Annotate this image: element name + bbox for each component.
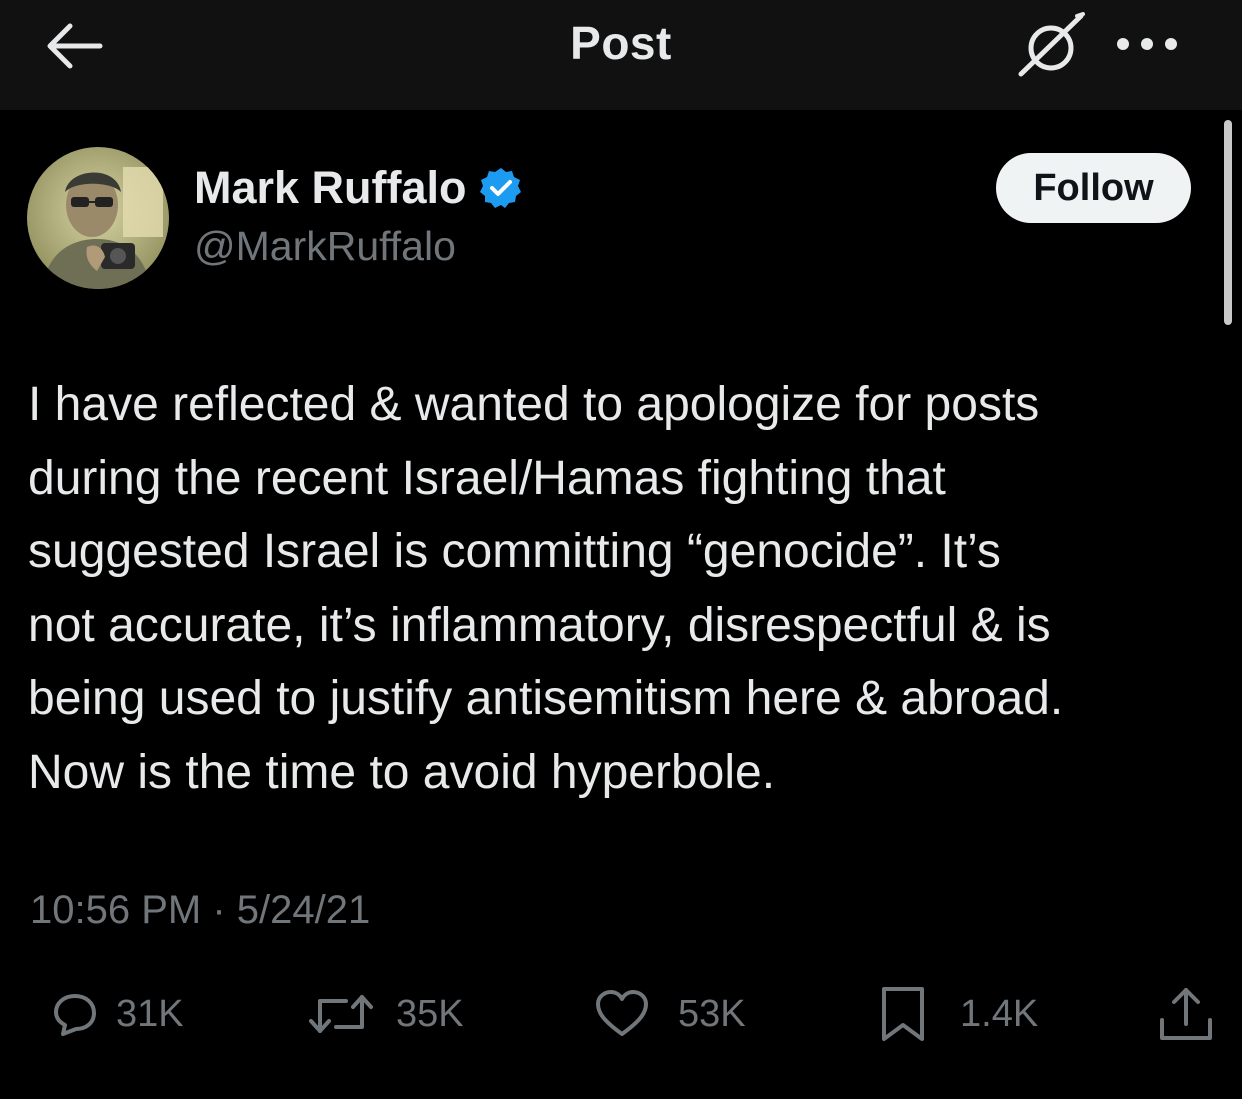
bookmark-button[interactable]: 1.4K [880,982,1038,1046]
top-bar: Post [0,0,1242,110]
grok-button[interactable] [1015,12,1087,80]
share-icon [1160,988,1212,1040]
like-button[interactable]: 53K [594,982,746,1046]
repost-button[interactable]: 35K [306,982,464,1046]
author-display-name: Mark Ruffalo [194,162,467,213]
author-name-row[interactable]: Mark Ruffalo [194,160,523,216]
bookmark-icon [882,987,924,1041]
repost-icon [309,995,373,1033]
reply-count: 31K [116,992,184,1035]
repost-count: 35K [396,992,464,1035]
follow-button[interactable]: Follow [996,153,1191,223]
more-horizontal-icon [1117,38,1177,50]
scrollbar[interactable] [1224,120,1232,325]
like-count: 53K [678,992,746,1035]
profile-photo [27,147,169,289]
post-screen: Post Mark Ruffalo @MarkRuffalo Follow I … [0,0,1242,1099]
avatar[interactable] [27,147,169,289]
post-timestamp[interactable]: 10:56 PM · 5/24/21 [30,888,370,933]
author-handle[interactable]: @MarkRuffalo [194,223,456,270]
more-options-button[interactable] [1112,26,1182,62]
reply-button[interactable]: 31K [52,982,184,1046]
grok-icon [1018,12,1085,77]
post-text: I have reflected & wanted to apologize f… [28,378,1064,799]
reply-icon [54,994,96,1036]
heart-icon [596,990,648,1036]
share-button[interactable] [1156,984,1216,1044]
bookmark-count: 1.4K [960,992,1039,1035]
verified-badge-icon [479,168,521,208]
